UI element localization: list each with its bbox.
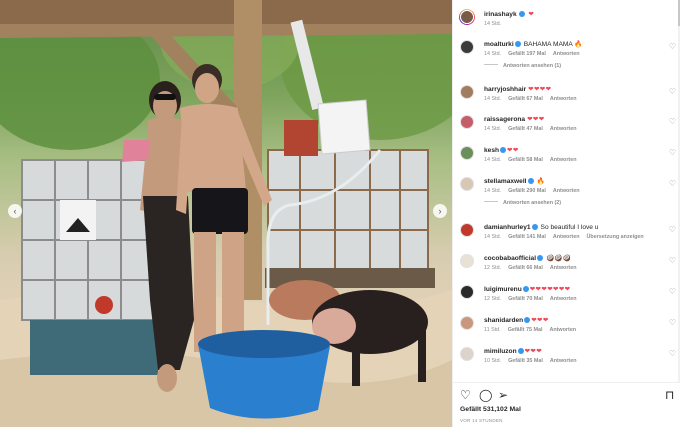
photo-illustration [0, 0, 452, 427]
comment-like-heart-icon[interactable]: ♡ [669, 42, 676, 51]
verified-badge-icon [527, 177, 534, 184]
send-icon[interactable]: ➢ [498, 388, 508, 402]
heart-icon[interactable]: ♡ [460, 388, 471, 402]
carousel-prev-button[interactable]: ‹ [8, 204, 22, 218]
comment-text: ❤❤ [507, 147, 519, 154]
comment-likes[interactable]: Gefällt 47 Mal [508, 126, 543, 132]
reply-button[interactable]: Antworten [549, 327, 576, 333]
avatar[interactable] [460, 40, 474, 54]
avatar[interactable] [460, 347, 474, 361]
avatar[interactable] [460, 254, 474, 268]
comments-list[interactable]: irinashayk ❤ 14 Std. moalturki BAHAMA MAM… [453, 0, 679, 382]
comment-username[interactable]: mimiluzon [484, 348, 517, 355]
comments-panel: irinashayk ❤ 14 Std. moalturki BAHAMA MAM… [452, 0, 680, 427]
comment-likes[interactable]: Gefällt 67 Mal [508, 96, 543, 102]
comment-likes[interactable]: Gefällt 197 Mal [508, 51, 546, 57]
comment-like-heart-icon[interactable]: ♡ [669, 287, 676, 296]
comment-text: ❤❤❤❤ [528, 86, 552, 93]
comment-username[interactable]: shanidarden [484, 317, 523, 324]
comment-text: 🔥 [536, 178, 545, 185]
comment-text: BAHAMA MAMA 🔥 [523, 41, 583, 48]
comment-like-heart-icon[interactable]: ♡ [669, 318, 676, 327]
reply-button[interactable]: Antworten [550, 126, 577, 132]
reply-button[interactable]: Antworten [550, 96, 577, 102]
comment-username[interactable]: stellamaxwell [484, 178, 527, 185]
comment-username[interactable]: kesh [484, 147, 499, 154]
bookmark-icon[interactable]: ⊓ [665, 388, 674, 402]
verified-badge-icon [517, 347, 524, 354]
comment-username[interactable]: damianhurley1 [484, 224, 531, 231]
comment-time[interactable]: 14 Std. [484, 157, 501, 163]
comment-likes[interactable]: Gefällt 141 Mal [508, 234, 546, 240]
comment-text: ❤❤❤❤❤❤❤ [529, 286, 571, 293]
comment-time[interactable]: 10 Std. [484, 358, 501, 364]
comment-like-heart-icon[interactable]: ♡ [669, 256, 676, 265]
comment-likes[interactable]: Gefällt 58 Mal [508, 157, 543, 163]
reply-button[interactable]: Antworten [550, 157, 577, 163]
comment-text: So beautiful I love u [540, 224, 599, 231]
comment-text: ❤❤❤ [524, 348, 543, 355]
comment-likes[interactable]: Gefällt 35 Mal [508, 358, 543, 364]
comment-time[interactable]: 14 Std. [484, 96, 501, 102]
comment-time[interactable]: 14 Std. [484, 51, 501, 57]
comment-username[interactable]: moalturki [484, 41, 514, 48]
avatar[interactable] [460, 316, 474, 330]
caption-text: ❤ [528, 11, 535, 18]
comment-time[interactable]: 12 Std. [484, 265, 501, 271]
reply-button[interactable]: Antworten [550, 358, 577, 364]
comment-username[interactable]: cocobabaofficial [484, 255, 536, 262]
comment-likes[interactable]: Gefällt 75 Mal [508, 327, 543, 333]
comment-likes[interactable]: Gefällt 290 Mal [508, 188, 546, 194]
likes-count[interactable]: Gefällt 531,102 Mal [460, 406, 521, 413]
avatar[interactable] [460, 85, 474, 99]
comment-time[interactable]: 14 Std. [484, 126, 501, 132]
verified-badge-icon [531, 223, 538, 230]
comment-likes[interactable]: Gefällt 70 Mal [508, 296, 543, 302]
comment-like-heart-icon[interactable]: ♡ [669, 179, 676, 188]
verified-badge-icon [500, 146, 507, 153]
view-replies-button[interactable]: Antworten ansehen (2) [484, 200, 561, 206]
author-avatar[interactable] [459, 9, 475, 25]
verified-badge-icon [519, 10, 526, 17]
comment-time[interactable]: 11 Std. [484, 327, 501, 333]
verified-badge-icon [522, 285, 529, 292]
carousel-next-button[interactable]: › [433, 204, 447, 218]
comment-text: ❤❤❤ [531, 317, 549, 324]
comment-time[interactable]: 14 Std. [484, 188, 501, 194]
comment-like-heart-icon[interactable]: ♡ [669, 117, 676, 126]
comment-text: 🥥🥥🥥 [546, 255, 571, 262]
comment-likes[interactable]: Gefällt 66 Mal [508, 265, 543, 271]
comment-like-heart-icon[interactable]: ♡ [669, 225, 676, 234]
reply-button[interactable]: Antworten [553, 51, 580, 57]
author-username[interactable]: irinashayk [484, 11, 517, 18]
verified-badge-icon [514, 40, 521, 47]
caption-time[interactable]: 14 Std. [484, 21, 501, 27]
avatar[interactable] [460, 115, 474, 129]
reply-button[interactable]: Antworten [553, 234, 580, 240]
avatar[interactable] [460, 177, 474, 191]
avatar[interactable] [460, 146, 474, 160]
reply-button[interactable]: Antworten [550, 265, 577, 271]
post-photo[interactable]: ‹ › [0, 0, 452, 427]
comment-time[interactable]: 12 Std. [484, 296, 501, 302]
comment-like-heart-icon[interactable]: ♡ [669, 349, 676, 358]
comment-icon[interactable]: ◯ [479, 388, 492, 402]
comment-like-heart-icon[interactable]: ♡ [669, 87, 676, 96]
comment-username[interactable]: luigimurenu [484, 286, 522, 293]
comment-time[interactable]: 14 Std. [484, 234, 501, 240]
comment-text: ❤❤❤ [527, 116, 545, 123]
verified-badge-icon [537, 254, 544, 261]
reply-button[interactable]: Antworten [550, 296, 577, 302]
comment-username[interactable]: harryjoshhair [484, 86, 526, 93]
view-replies-button[interactable]: Antworten ansehen (1) [484, 63, 561, 69]
translate-button[interactable]: Übersetzung anzeigen [587, 234, 644, 240]
reply-button[interactable]: Antworten [553, 188, 580, 194]
verified-badge-icon [524, 316, 531, 323]
comment-username[interactable]: raissagerona [484, 116, 525, 123]
avatar[interactable] [460, 285, 474, 299]
comment-like-heart-icon[interactable]: ♡ [669, 148, 676, 157]
post-time-ago[interactable]: VOR 14 STUNDEN [460, 418, 503, 423]
post-action-bar: ♡ ◯ ➢ ⊓ Gefällt 531,102 Mal VOR 14 STUND… [453, 382, 680, 427]
avatar[interactable] [460, 223, 474, 237]
